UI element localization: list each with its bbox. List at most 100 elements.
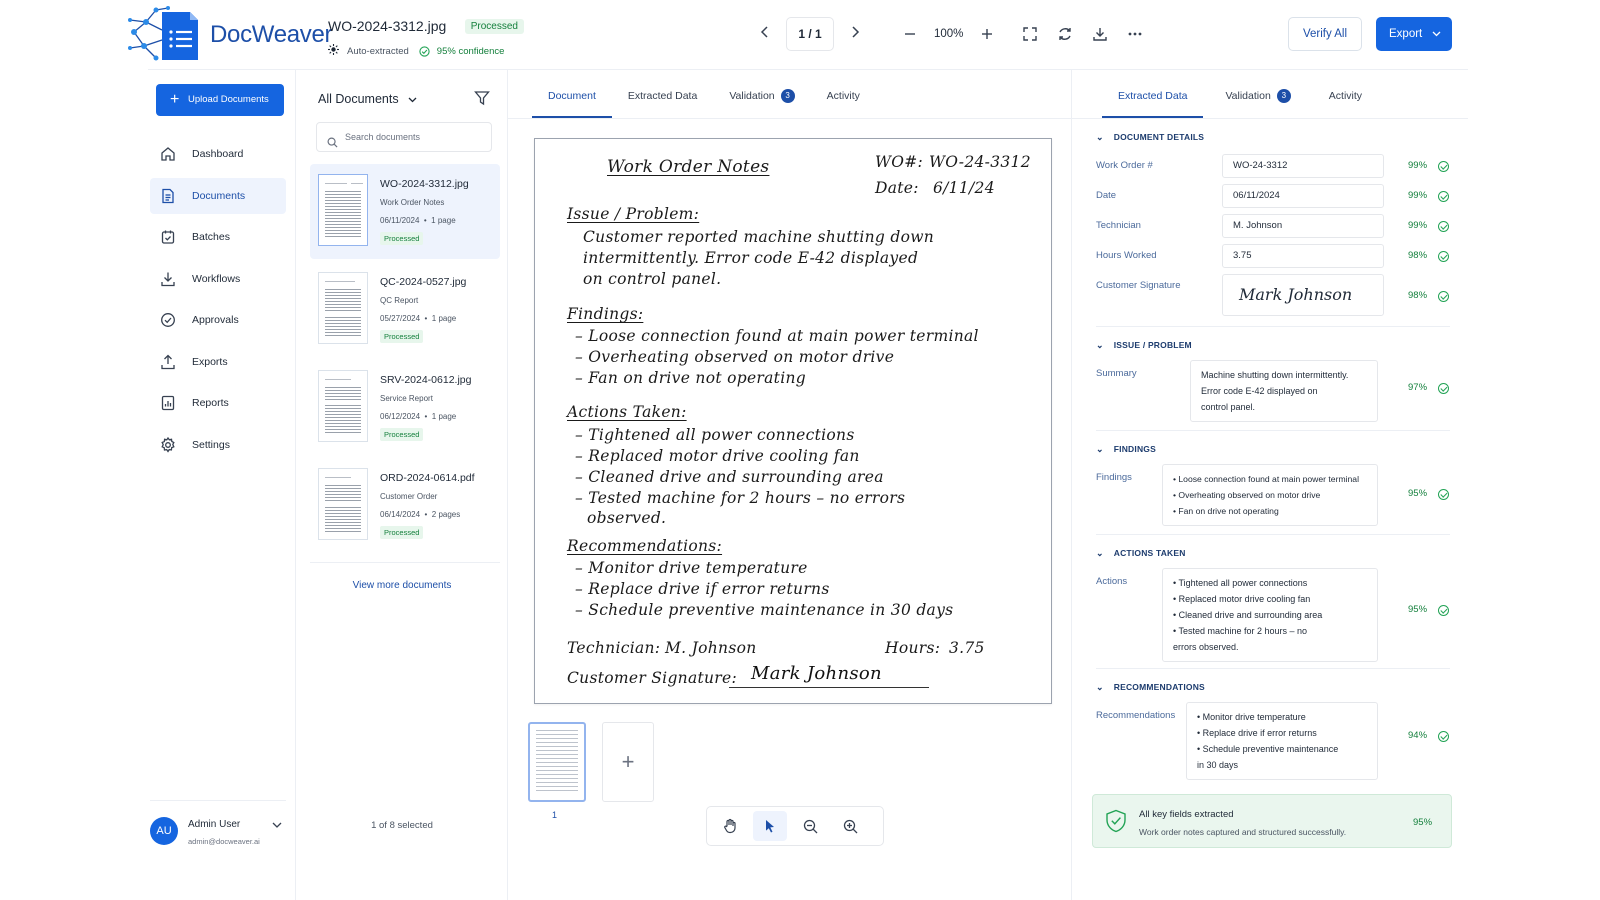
filter-icon[interactable]	[474, 90, 490, 111]
gear-icon	[158, 435, 178, 455]
view-more-link[interactable]: View more documents	[296, 580, 508, 591]
logo: DocWeaver	[126, 2, 333, 68]
signature-value: Mark Johnson	[751, 663, 882, 684]
finding-line: – Fan on drive not operating	[575, 369, 806, 387]
sidebar-item-label: Documents	[192, 189, 246, 202]
status-badge: Processed	[380, 526, 424, 539]
search-input[interactable]: Search documents	[316, 122, 492, 152]
tab-document[interactable]: Document	[532, 84, 612, 118]
sidebar-item-documents[interactable]: Documents	[150, 177, 286, 214]
action-line: observed.	[587, 509, 667, 527]
tab-validation[interactable]: Validation 3	[1209, 84, 1306, 118]
refresh-icon[interactable]	[1053, 22, 1077, 46]
logo-icon	[126, 2, 208, 68]
confidence-value: 98%	[1408, 250, 1428, 261]
chevron-right-icon[interactable]	[844, 17, 866, 51]
confidence-value: 94%	[1408, 730, 1428, 741]
tab-activity[interactable]: Activity	[1313, 84, 1378, 118]
logo-text: DocWeaver	[210, 21, 333, 48]
page-thumbnail[interactable]	[528, 722, 586, 802]
hand-icon[interactable]	[713, 811, 747, 841]
section-actions-taken[interactable]: ⌄ ACTIONS TAKEN	[1096, 548, 1186, 559]
note-title: Work Order Notes	[607, 157, 770, 177]
fullscreen-icon[interactable]	[1018, 22, 1042, 46]
zoom-in-button[interactable]	[977, 24, 997, 45]
document-card[interactable]: QC-2024-0527.jpg QC Report 05/27/2024 • …	[310, 262, 500, 357]
check-circle-icon	[419, 45, 430, 57]
document-list-title: All Documents	[318, 92, 399, 106]
chevron-left-icon[interactable]	[754, 17, 776, 51]
confidence-text: 95% confidence	[436, 45, 505, 57]
tab-extracted-data[interactable]: Extracted Data	[1102, 84, 1204, 118]
tab-validation[interactable]: Validation 3	[713, 84, 810, 118]
document-name: WO-2024-3312.jpg	[380, 178, 469, 190]
date-field[interactable]: 06/11/2024	[1222, 184, 1384, 208]
customer-signature-field[interactable]: Mark Johnson	[1222, 274, 1384, 316]
sidebar-item-exports[interactable]: Exports	[150, 344, 286, 380]
sidebar-item-dashboard[interactable]: Dashboard	[150, 136, 286, 172]
document-card[interactable]: WO-2024-3312.jpg Work Order Notes 06/11/…	[310, 164, 500, 259]
actions-field[interactable]: • Tightened all power connections • Repla…	[1162, 568, 1378, 662]
export-button[interactable]: Export	[1376, 17, 1452, 51]
download-icon[interactable]	[1088, 22, 1112, 46]
more-icon[interactable]	[1123, 22, 1147, 46]
sidebar-item-batches[interactable]: Batches	[150, 219, 286, 255]
hours-worked-field[interactable]: 3.75	[1222, 244, 1384, 268]
findings-field[interactable]: • Loose connection found at main power t…	[1162, 464, 1378, 526]
chevron-down-icon[interactable]	[272, 821, 282, 832]
tab-extracted-data[interactable]: Extracted Data	[612, 84, 713, 118]
pointer-icon[interactable]	[753, 811, 787, 841]
zoom-out-icon[interactable]	[793, 811, 827, 841]
success-title: All key fields extracted	[1139, 809, 1234, 820]
zoom-in-icon[interactable]	[833, 811, 867, 841]
sidebar-item-label: Exports	[192, 355, 228, 368]
chevron-down-icon: ⌄	[1096, 340, 1104, 350]
document-type: QC Report	[380, 296, 419, 305]
add-page-button[interactable]: +	[602, 722, 654, 802]
hours-label: Hours:	[885, 639, 941, 657]
recommendation-line: – Replace drive if error returns	[575, 580, 830, 598]
section-recommendations[interactable]: ⌄ RECOMMENDATIONS	[1096, 682, 1205, 693]
wo-value: WO-24-3312	[929, 153, 1031, 171]
document-filter-dropdown[interactable]: All Documents	[318, 92, 417, 106]
section-issue-problem[interactable]: ⌄ ISSUE / PROBLEM	[1096, 340, 1192, 351]
summary-field[interactable]: Machine shutting down intermittently. Err…	[1190, 360, 1378, 422]
confidence-value: 98%	[1408, 290, 1428, 301]
sidebar-item-approvals[interactable]: Approvals	[150, 302, 286, 338]
confidence-value: 99%	[1408, 160, 1428, 171]
recommendations-field[interactable]: • Monitor drive temperature • Replace dri…	[1186, 702, 1378, 780]
check-circle-icon	[1438, 251, 1449, 262]
file-info: WO-2024-3312.jpg Processed Auto-extracte…	[328, 18, 524, 58]
document-type: Customer Order	[380, 492, 438, 501]
status-badge: Processed	[380, 330, 424, 343]
sidebar-item-settings[interactable]: Settings	[150, 427, 286, 463]
zoom-out-button[interactable]	[900, 24, 920, 45]
page-indicator[interactable]: 1 / 1	[786, 17, 834, 51]
confidence-value: 99%	[1408, 190, 1428, 201]
home-icon	[158, 144, 178, 164]
section-findings[interactable]: ⌄ FINDINGS	[1096, 444, 1156, 455]
search-icon	[327, 131, 338, 159]
document-card[interactable]: ORD-2024-0614.pdf Customer Order 06/14/2…	[310, 458, 500, 553]
tab-activity[interactable]: Activity	[811, 84, 876, 118]
panel-tabs: Extracted Data Validation 3 Activity	[1102, 84, 1378, 118]
field-label: Customer Signature	[1096, 280, 1181, 291]
plus-icon: +	[170, 91, 180, 108]
sidebar-item-reports[interactable]: Reports	[150, 385, 286, 421]
document-card[interactable]: SRV-2024-0612.jpg Service Report 06/12/2…	[310, 360, 500, 455]
confidence-value: 97%	[1408, 382, 1428, 393]
top-bar: DocWeaver WO-2024-3312.jpg Processed Aut…	[128, 0, 1468, 70]
finding-line: – Overheating observed on motor drive	[575, 348, 895, 366]
sidebar-item-workflows[interactable]: Workflows	[150, 261, 286, 297]
user-menu[interactable]: AU Admin User admin@docweaver.ai	[150, 800, 286, 860]
issue-line: Customer reported machine shutting down	[583, 228, 935, 246]
section-document-details[interactable]: ⌄ DOCUMENT DETAILS	[1096, 132, 1204, 143]
document-type: Service Report	[380, 394, 433, 403]
recommendation-line: – Monitor drive temperature	[575, 559, 808, 577]
technician-field[interactable]: M. Johnson	[1222, 214, 1384, 238]
check-circle-icon	[1438, 383, 1449, 394]
upload-documents-button[interactable]: + Upload Documents	[156, 84, 284, 116]
work-order-field[interactable]: WO-24-3312	[1222, 154, 1384, 178]
overall-confidence: 95%	[1413, 817, 1433, 828]
verify-all-button[interactable]: Verify All	[1288, 17, 1362, 51]
